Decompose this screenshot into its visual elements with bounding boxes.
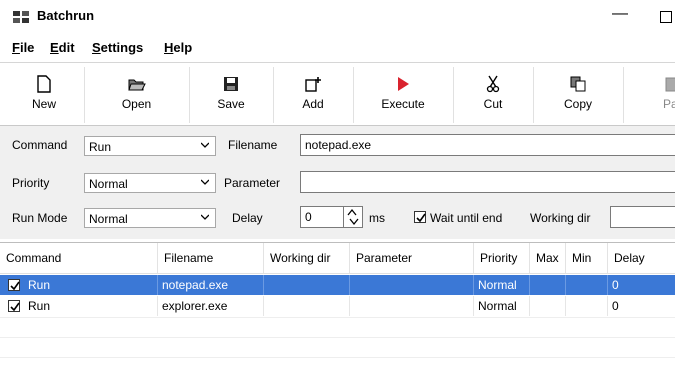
delay-input-value: 0 (305, 210, 312, 224)
row-working-dir (264, 275, 350, 295)
paste-button[interactable]: Past (623, 67, 675, 123)
cut-label: Cut (483, 97, 503, 111)
row-parameter (350, 296, 474, 316)
table-row[interactable]: Run explorer.exe Normal 0 (0, 296, 675, 316)
delay-input[interactable]: 0 (300, 206, 344, 228)
row-delay: 0 (612, 299, 619, 313)
column-header-parameter[interactable]: Parameter (350, 243, 474, 273)
new-label: New (31, 97, 56, 111)
delay-unit: ms (369, 211, 385, 225)
filename-input[interactable]: notepad.exe (300, 134, 675, 156)
menu-bar: File Edit Settings Help (0, 37, 675, 59)
batchrun-app-icon (13, 11, 29, 23)
priority-select-value: Normal (89, 177, 128, 191)
chevron-down-icon (201, 214, 209, 220)
row-max (530, 275, 566, 295)
wait-until-end-label: Wait until end (430, 211, 503, 225)
row-max (530, 296, 566, 316)
paste-icon (665, 77, 675, 92)
parameter-input[interactable] (300, 171, 675, 193)
row-filename: explorer.exe (158, 296, 264, 316)
row-command: Run (24, 296, 158, 316)
column-header-max[interactable]: Max (530, 243, 566, 273)
row-command: Run (24, 275, 158, 295)
copy-label: Copy (563, 97, 592, 111)
checkmark-icon (416, 213, 426, 223)
toolbar: New Open Save Add Execute Cut Copy Pa (0, 62, 675, 126)
column-header-priority[interactable]: Priority (474, 243, 530, 273)
paste-label: Past (663, 97, 675, 111)
save-disk-icon (224, 77, 238, 91)
row-working-dir (264, 296, 350, 316)
row-priority: Normal (474, 296, 530, 316)
filename-input-value: notepad.exe (305, 138, 372, 152)
working-dir-input[interactable] (610, 206, 675, 228)
menu-settings[interactable]: Settings (92, 40, 143, 55)
filename-label: Filename (228, 138, 278, 152)
execute-play-icon (398, 77, 409, 91)
column-header-min[interactable]: Min (566, 243, 608, 273)
command-select-value: Run (89, 140, 112, 154)
menu-help[interactable]: Help (164, 40, 192, 55)
empty-table-row (0, 337, 675, 358)
entry-form: Command Run Filename notepad.exe Priorit… (0, 126, 675, 239)
priority-label: Priority (12, 176, 50, 190)
command-label: Command (12, 138, 68, 152)
column-header-filename[interactable]: Filename (158, 243, 264, 273)
window-title: Batchrun (37, 8, 95, 23)
wait-until-end-checkbox[interactable] (414, 211, 426, 223)
chevron-down-icon (201, 179, 209, 185)
run-mode-label: Run Mode (12, 211, 68, 225)
open-label: Open (121, 97, 152, 111)
priority-select[interactable]: Normal (84, 173, 216, 193)
row-delay: 0 (612, 278, 619, 292)
delay-label: Delay (232, 211, 263, 225)
checkmark-icon (10, 281, 20, 291)
empty-table-row (0, 357, 675, 378)
save-button[interactable]: Save (189, 67, 274, 123)
working-dir-label: Working dir (530, 211, 591, 225)
row-filename: notepad.exe (158, 275, 264, 295)
menu-file[interactable]: File (12, 40, 34, 55)
spinner-arrows-icon (347, 208, 359, 226)
row-parameter (350, 275, 474, 295)
table-row[interactable]: Run notepad.exe Normal 0 (0, 275, 675, 295)
maximize-button[interactable] (660, 11, 672, 23)
row-checkbox[interactable] (8, 300, 20, 312)
scissors-icon (486, 75, 500, 93)
cut-button[interactable]: Cut (453, 67, 534, 123)
add-button[interactable]: Add (273, 67, 354, 123)
row-min (566, 296, 608, 316)
row-min (566, 275, 608, 295)
copy-button[interactable]: Copy (533, 67, 624, 123)
row-checkbox[interactable] (8, 279, 20, 291)
column-header-delay[interactable]: Delay (608, 243, 675, 273)
job-table: Command Filename Working dir Parameter P… (0, 242, 675, 372)
checkmark-icon (10, 302, 20, 312)
copy-icon (570, 76, 586, 92)
column-header-command[interactable]: Command (0, 243, 158, 273)
row-priority: Normal (474, 275, 530, 295)
save-label: Save (217, 97, 245, 111)
execute-button[interactable]: Execute (353, 67, 454, 123)
run-mode-select[interactable]: Normal (84, 208, 216, 228)
parameter-label: Parameter (224, 176, 281, 190)
column-header-working-dir[interactable]: Working dir (264, 243, 350, 273)
title-bar: Batchrun — (0, 0, 675, 34)
open-folder-icon (127, 79, 146, 91)
empty-table-row (0, 317, 675, 338)
command-select[interactable]: Run (84, 136, 216, 156)
new-button[interactable]: New (4, 67, 85, 123)
minimize-button[interactable]: — (612, 5, 628, 23)
chevron-down-icon (201, 142, 209, 148)
add-item-icon (305, 77, 321, 92)
run-mode-select-value: Normal (89, 212, 128, 226)
open-button[interactable]: Open (84, 67, 190, 123)
menu-edit[interactable]: Edit (50, 40, 75, 55)
new-file-icon (37, 75, 51, 93)
table-header: Command Filename Working dir Parameter P… (0, 243, 675, 274)
add-label: Add (302, 97, 324, 111)
execute-label: Execute (381, 97, 425, 111)
delay-spinner[interactable] (343, 206, 363, 228)
